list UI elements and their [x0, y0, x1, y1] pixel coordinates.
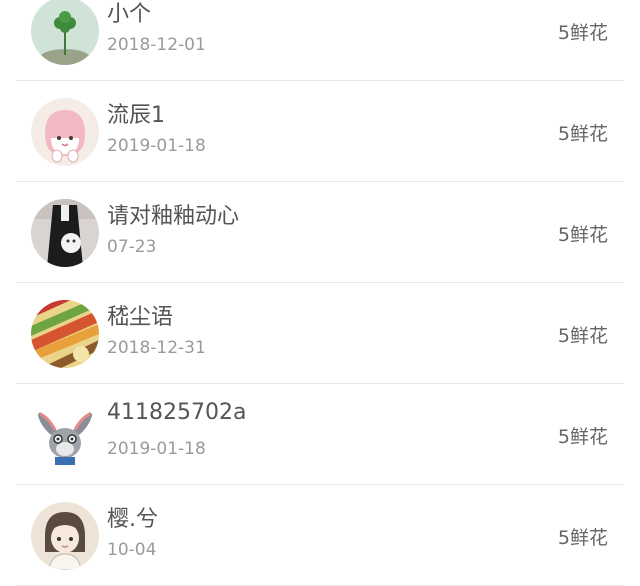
reward-amount: 5鲜花: [557, 426, 608, 448]
reward-amount: 5鲜花: [557, 224, 608, 246]
donor-name: 小个: [107, 2, 152, 27]
list-item[interactable]: 411825702a 2019-01-18 5鲜花: [16, 384, 624, 485]
rabbit-icon: [31, 401, 99, 469]
peach-character-icon: [31, 98, 99, 166]
dress-avatar[interactable]: [31, 199, 99, 267]
list-item[interactable]: 流辰1 2019-01-18 5鲜花: [16, 81, 624, 182]
list-item[interactable]: 樱.兮 10-04 5鲜花: [16, 485, 624, 586]
donor-list: 小个 2018-12-01 5鲜花 流辰1 2019-01-18 5鲜花 请对釉…: [0, 0, 640, 586]
clover-avatar[interactable]: [31, 0, 99, 65]
list-item[interactable]: 请对釉釉动心 07-23 5鲜花: [16, 182, 624, 283]
donor-name: 嵇尘语: [107, 305, 174, 330]
donation-date: 2018-12-31: [107, 338, 206, 358]
clover-icon: [31, 0, 99, 65]
donation-date: 10-04: [107, 540, 157, 560]
donor-name: 411825702a: [107, 400, 247, 425]
list-item[interactable]: 小个 2018-12-01 5鲜花: [16, 0, 624, 81]
list-item[interactable]: 嵇尘语 2018-12-31 5鲜花: [16, 283, 624, 384]
donation-date: 07-23: [107, 237, 157, 257]
rabbit-avatar[interactable]: [31, 401, 99, 469]
reward-amount: 5鲜花: [557, 22, 608, 44]
donation-date: 2019-01-18: [107, 439, 206, 459]
donor-name: 樱.兮: [107, 507, 158, 532]
girl-illustration-icon: [31, 502, 99, 570]
crayons-avatar[interactable]: [31, 300, 99, 368]
dress-photo-icon: [31, 199, 99, 267]
donor-name: 流辰1: [107, 103, 165, 128]
donation-date: 2018-12-01: [107, 35, 206, 55]
donation-date: 2019-01-18: [107, 136, 206, 156]
donor-name: 请对釉釉动心: [107, 204, 240, 229]
reward-amount: 5鲜花: [557, 527, 608, 549]
reward-amount: 5鲜花: [557, 123, 608, 145]
girl-avatar[interactable]: [31, 502, 99, 570]
reward-amount: 5鲜花: [557, 325, 608, 347]
crayons-photo-icon: [31, 300, 99, 368]
pink-peach-avatar[interactable]: [31, 98, 99, 166]
